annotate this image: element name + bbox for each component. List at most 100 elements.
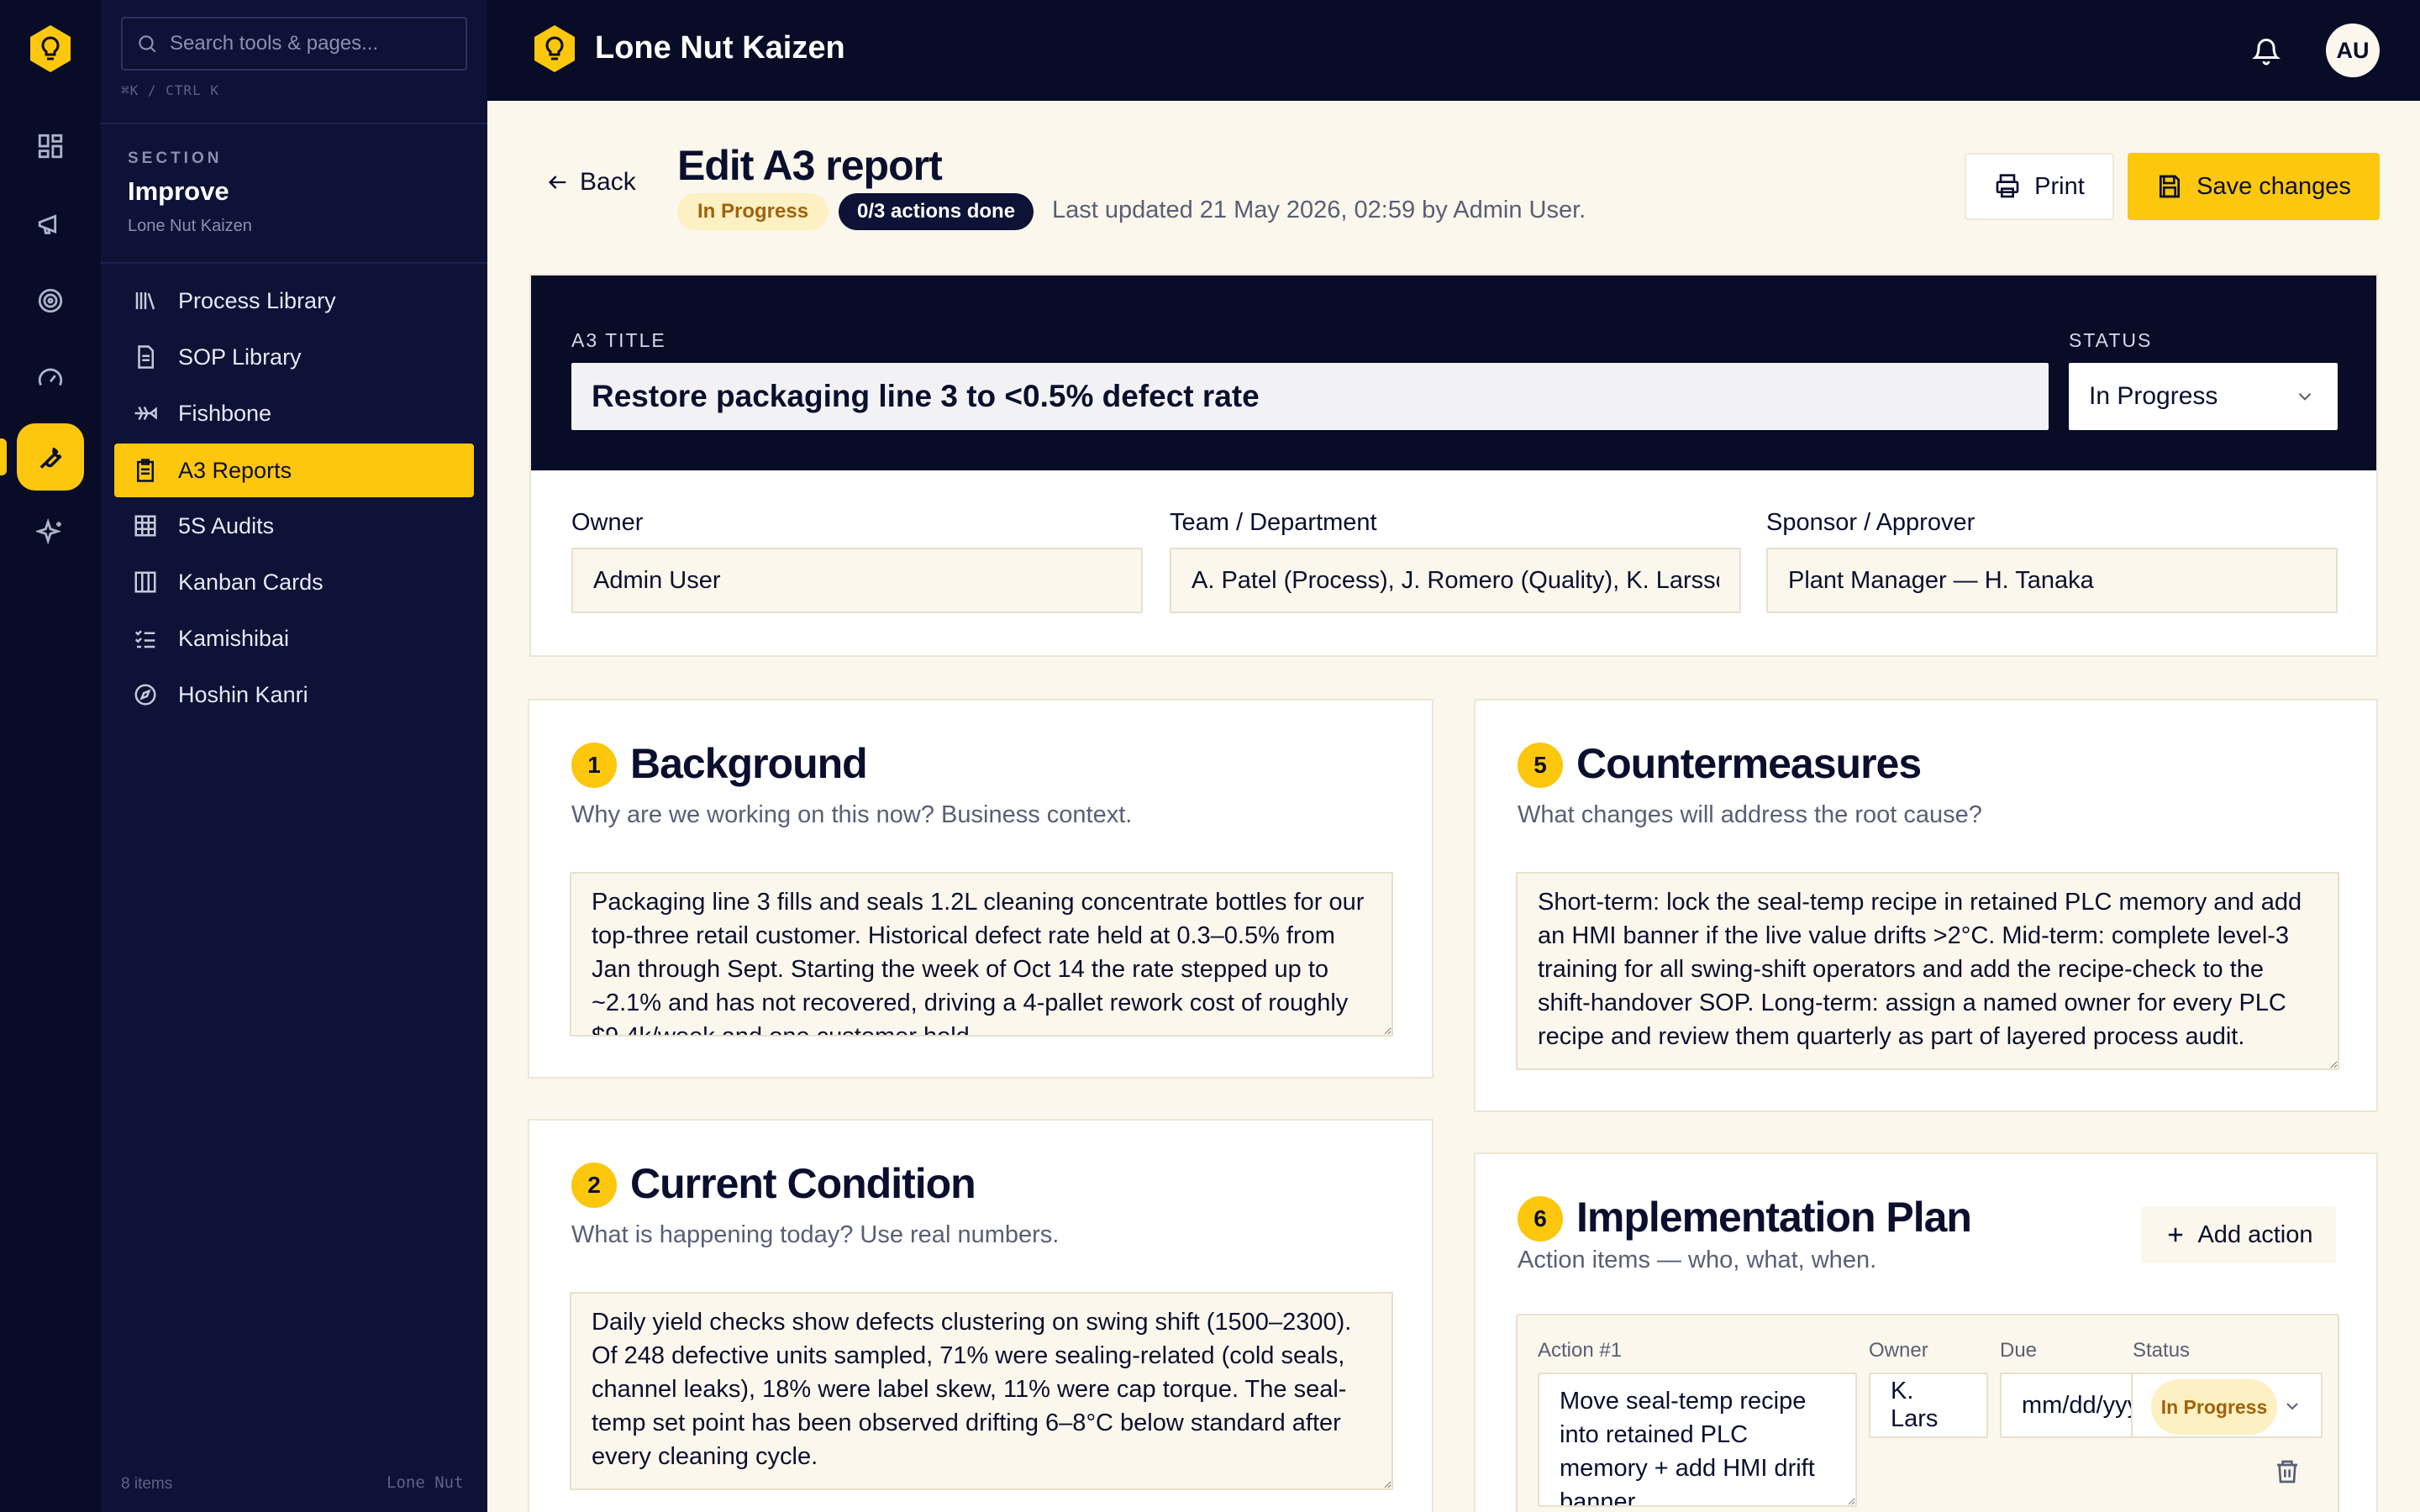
sponsor-label: Sponsor / Approver	[1766, 509, 1975, 536]
background-title: Background	[630, 740, 868, 787]
sidebar-item-5s-audits[interactable]: 5S Audits	[114, 499, 474, 553]
search-icon	[139, 35, 156, 53]
avatar[interactable]: AU	[2326, 24, 2380, 77]
columns-icon	[131, 568, 160, 596]
last-updated-text: Last updated 21 May 2026, 02:59 by Admin…	[1052, 197, 1586, 223]
wrench-icon[interactable]	[17, 423, 84, 491]
lightbulb-logo-icon[interactable]	[529, 24, 580, 74]
countermeasures-textarea[interactable]: Short-term: lock the seal-temp recipe in…	[1516, 872, 2339, 1070]
status-select[interactable]: In Progress	[2069, 363, 2338, 430]
sidebar-divider	[101, 262, 487, 264]
document-icon	[131, 343, 160, 371]
action-status-select[interactable]: In Progress	[2131, 1373, 2323, 1438]
current-condition-title: Current Condition	[630, 1160, 976, 1207]
team-label: Team / Department	[1170, 509, 1377, 536]
shortcut-hint: ⌘K / CTRL K	[121, 82, 219, 98]
search-box[interactable]	[121, 17, 467, 71]
countermeasures-card: 5 Countermeasures What changes will addr…	[1474, 699, 2378, 1112]
action-status-badge: In Progress	[2151, 1379, 2277, 1435]
chevron-down-icon	[2298, 392, 2312, 401]
target-icon[interactable]	[32, 282, 69, 319]
active-marker	[0, 438, 7, 475]
current-condition-subtitle: What is happening today? Use real number…	[571, 1221, 1060, 1248]
sidebar-item-fishbone[interactable]: Fishbone	[114, 386, 474, 440]
a3-title-input[interactable]	[571, 363, 2049, 430]
section-number: 6	[1518, 1196, 1563, 1242]
save-changes-button[interactable]: Save changes	[2128, 153, 2380, 220]
sidebar-item-kamishibai[interactable]: Kamishibai	[114, 612, 474, 665]
save-label: Save changes	[2196, 172, 2351, 200]
sidebar-item-label: A3 Reports	[178, 457, 292, 483]
chevron-down-icon	[2286, 1403, 2298, 1410]
sponsor-input[interactable]	[1766, 548, 2338, 613]
back-label: Back	[580, 168, 636, 196]
sidebar-brand-footer: Lone Nut	[387, 1473, 464, 1492]
action-due-input[interactable]: mm/dd/yyyy	[2000, 1373, 2134, 1438]
search-input[interactable]	[170, 32, 447, 55]
action-textarea[interactable]: Move seal-temp recipe into retained PLC …	[1538, 1373, 1857, 1507]
compass-icon	[131, 680, 160, 709]
trash-icon[interactable]	[2274, 1458, 2301, 1485]
sidebar-item-label: Fishbone	[178, 400, 272, 426]
section-number: 1	[571, 743, 617, 788]
sidebar-item-label: Hoshin Kanri	[178, 681, 308, 707]
sidebar-item-label: 5S Audits	[178, 512, 275, 538]
save-icon	[2160, 175, 2181, 198]
dashboard-icon[interactable]	[32, 128, 69, 165]
action-label: Action #1	[1538, 1339, 1623, 1362]
implementation-plan-subtitle: Action items — who, what, when.	[1518, 1247, 1877, 1273]
actions-done-badge: 0/3 actions done	[839, 193, 1034, 230]
a3-title-band: A3 TITLE STATUS In Progress	[531, 276, 2376, 470]
print-button[interactable]: Print	[1965, 153, 2114, 220]
sidebar-item-a3-reports[interactable]: A3 Reports	[114, 444, 474, 497]
library-icon	[131, 286, 160, 315]
section-label: SECTION	[128, 150, 223, 167]
section-number: 5	[1518, 743, 1563, 788]
add-action-button[interactable]: Add action	[2141, 1206, 2336, 1263]
sidebar-item-label: Process Library	[178, 287, 336, 313]
sidebar-item-hoshin-kanri[interactable]: Hoshin Kanri	[114, 668, 474, 722]
current-condition-textarea[interactable]: Daily yield checks show defects clusteri…	[570, 1292, 1393, 1490]
back-button[interactable]: Back	[546, 168, 636, 197]
bell-icon[interactable]	[2245, 30, 2287, 72]
sidebar-item-kanban-cards[interactable]: Kanban Cards	[114, 555, 474, 609]
owner-column-label: Owner	[1869, 1339, 1928, 1362]
sparkle-icon[interactable]	[32, 514, 69, 551]
lightbulb-logo-icon[interactable]	[25, 24, 76, 74]
current-condition-card: 2 Current Condition What is happening to…	[528, 1119, 1434, 1512]
section-number: 2	[571, 1163, 617, 1208]
a3-header-card: A3 TITLE STATUS In Progress Owner Team /…	[529, 274, 2378, 657]
status-label: STATUS	[2069, 329, 2153, 351]
sidebar-item-label: SOP Library	[178, 344, 302, 370]
megaphone-icon[interactable]	[32, 205, 69, 242]
action-owner-input[interactable]: K. Lars	[1869, 1373, 1988, 1438]
grid-icon	[131, 512, 160, 540]
status-column-label: Status	[2133, 1339, 2191, 1362]
sidebar-item-label: Kamishibai	[178, 625, 290, 651]
implementation-plan-title: Implementation Plan	[1576, 1194, 1972, 1241]
add-action-label: Add action	[2197, 1221, 2313, 1248]
background-textarea[interactable]: Packaging line 3 fills and seals 1.2L cl…	[570, 872, 1393, 1037]
section-subtitle: Lone Nut Kaizen	[128, 217, 252, 235]
due-column-label: Due	[2000, 1339, 2038, 1362]
print-label: Print	[2034, 172, 2085, 200]
clipboard-icon	[131, 456, 160, 485]
owner-label: Owner	[571, 509, 644, 536]
owner-input[interactable]	[571, 548, 1143, 613]
background-subtitle: Why are we working on this now? Business…	[571, 801, 1133, 828]
sidebar-item-sop-library[interactable]: SOP Library	[114, 330, 474, 384]
icon-rail	[0, 0, 101, 1512]
fishbone-icon	[131, 399, 160, 428]
team-input[interactable]	[1170, 548, 1741, 613]
sidebar-item-process-library[interactable]: Process Library	[114, 274, 474, 328]
a3-title-label: A3 TITLE	[571, 329, 666, 351]
gauge-icon[interactable]	[32, 360, 69, 396]
sidebar-divider	[101, 123, 487, 124]
arrow-left-icon	[549, 176, 566, 189]
checklist-icon	[131, 624, 160, 653]
section-title: Improve	[128, 176, 229, 206]
printer-icon	[1996, 174, 2019, 198]
countermeasures-subtitle: What changes will address the root cause…	[1518, 801, 1982, 828]
countermeasures-title: Countermeasures	[1576, 740, 1922, 787]
brand-name: Lone Nut Kaizen	[595, 30, 845, 66]
